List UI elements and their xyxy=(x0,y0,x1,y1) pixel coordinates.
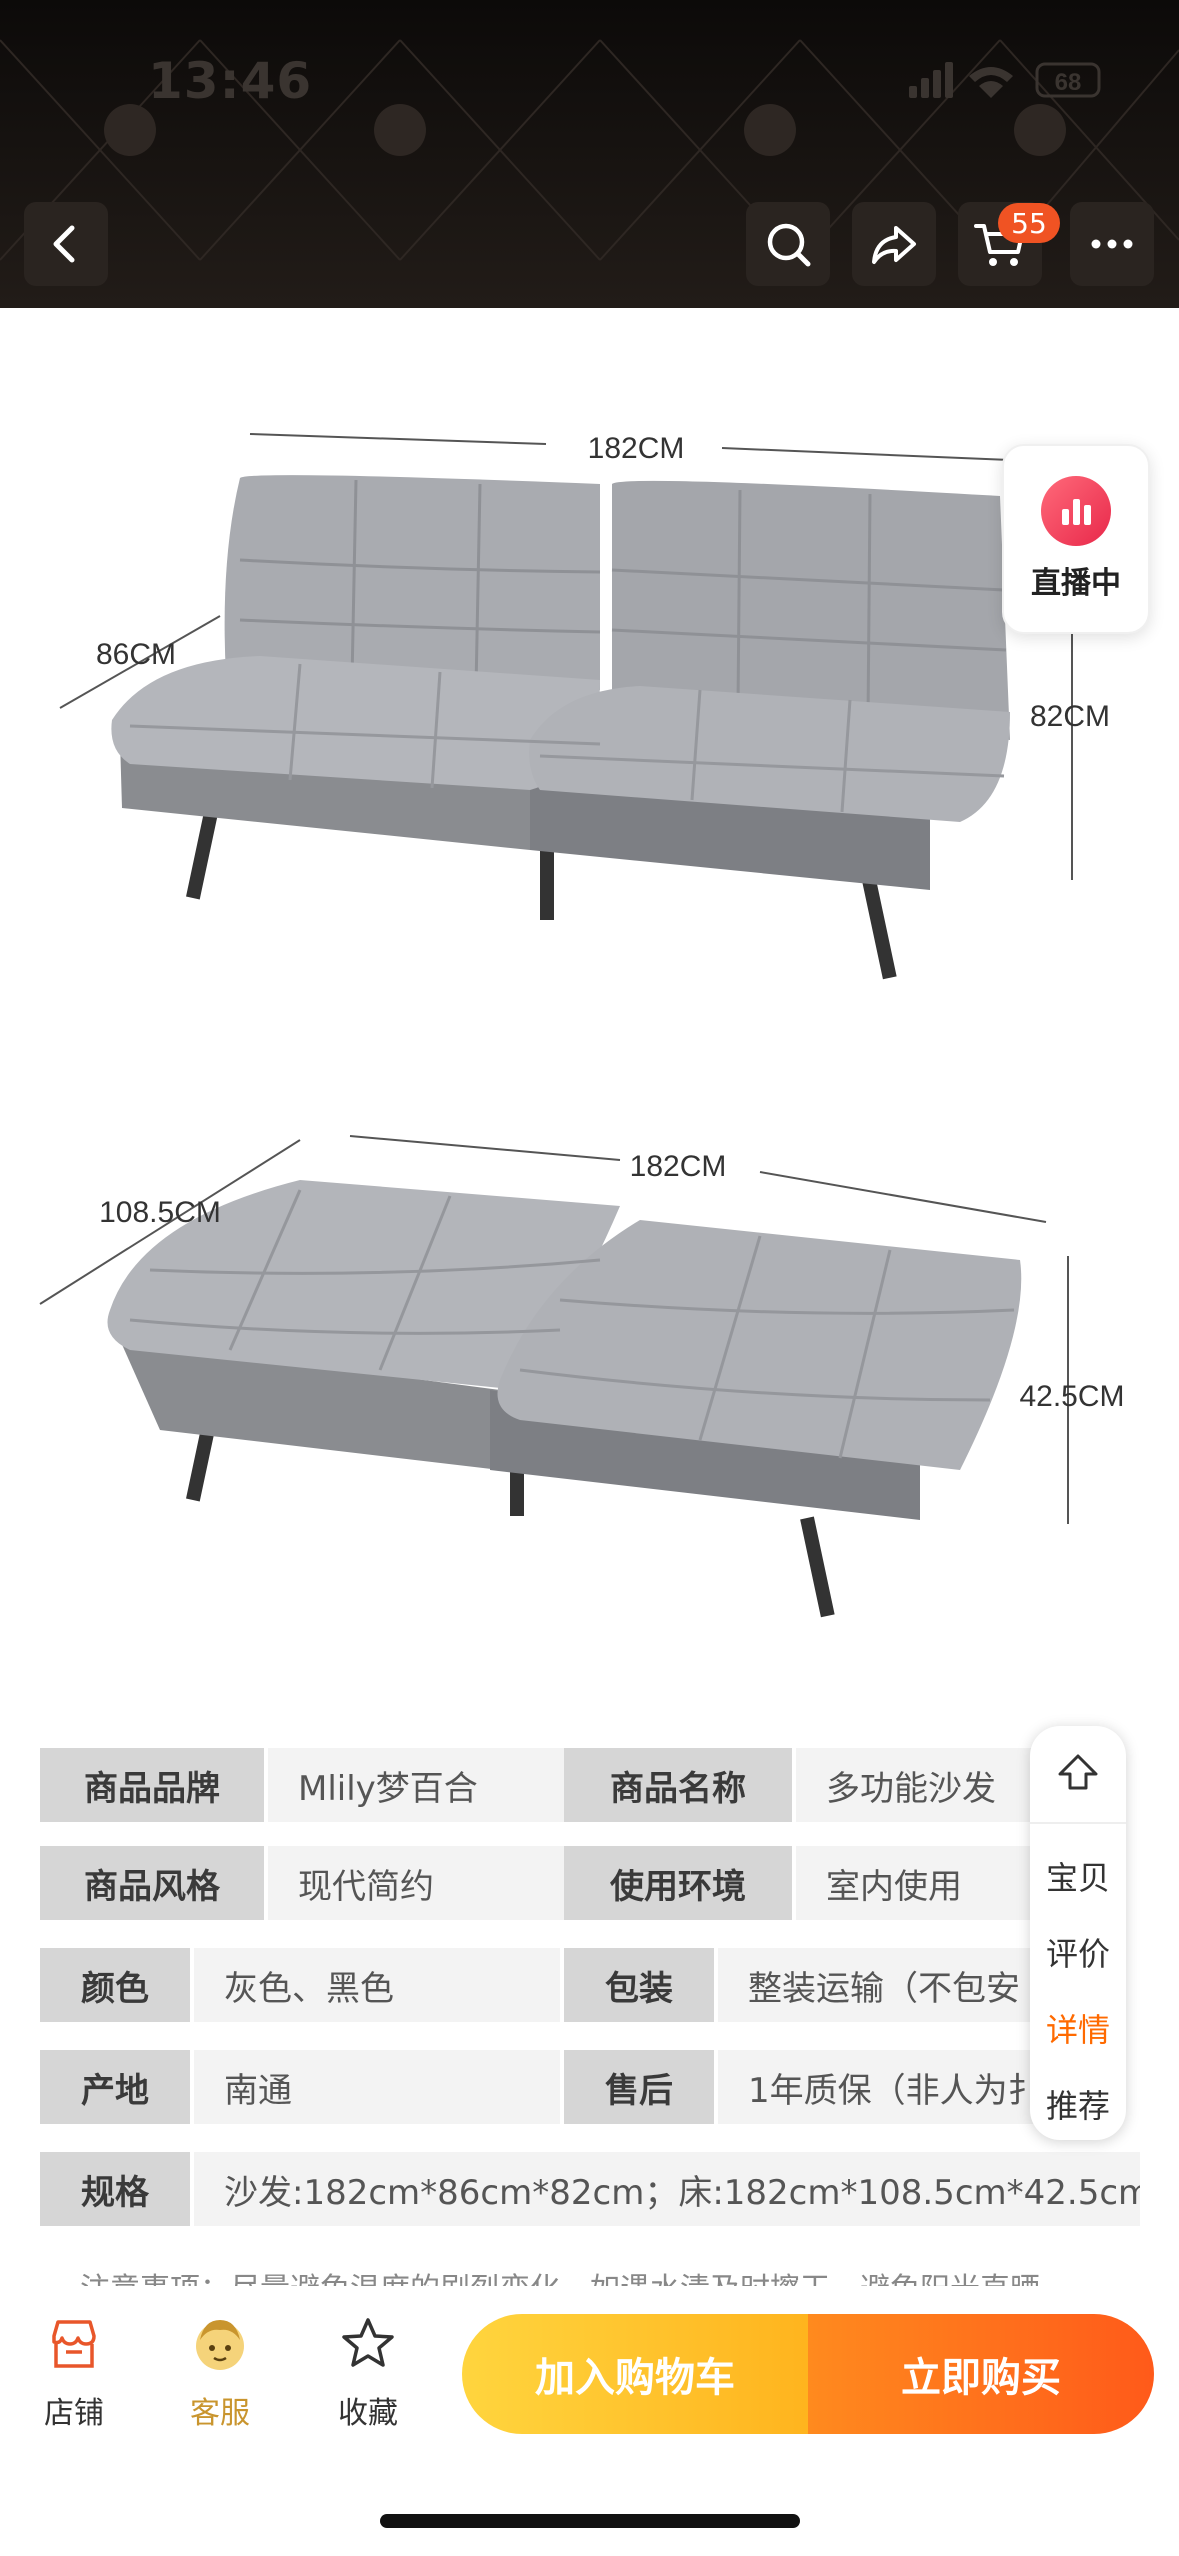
dim-bottom-depth: 108.5CM xyxy=(99,1196,221,1229)
more-button[interactable] xyxy=(1070,202,1154,286)
store-tab[interactable]: 店铺 xyxy=(24,2314,124,2434)
top-header: 13:46 68 55 xyxy=(0,0,1179,308)
status-icons: 68 xyxy=(909,60,1109,100)
live-label: 直播中 xyxy=(1031,566,1121,601)
favorite-tab[interactable]: 收藏 xyxy=(318,2314,418,2434)
spec-value: 南通 xyxy=(194,2050,560,2124)
live-stream-badge[interactable]: 直播中 xyxy=(1002,444,1150,634)
live-chart-icon xyxy=(1041,476,1111,546)
spec-value: 沙发:182cm*86cm*82cm；床:182cm*108.5cm*42.5c… xyxy=(194,2152,1140,2226)
back-icon xyxy=(53,225,75,263)
spec-key: 售后 xyxy=(564,2050,714,2124)
section-side-nav: 宝贝 评价 详情 推荐 xyxy=(1030,1726,1126,2140)
home-indicator xyxy=(380,2514,800,2528)
dim-top-width: 182CM xyxy=(588,432,685,465)
search-icon xyxy=(767,223,811,267)
spec-value: 现代简约 xyxy=(268,1846,598,1920)
buy-now-button[interactable]: 立即购买 xyxy=(808,2314,1154,2434)
spec-value: Mlily梦百合 xyxy=(268,1748,598,1822)
more-icon xyxy=(1091,239,1133,249)
favorite-label: 收藏 xyxy=(338,2396,398,2431)
side-nav-item-active[interactable]: 详情 xyxy=(1030,1998,1126,2058)
side-nav-item[interactable]: 评价 xyxy=(1030,1922,1126,1982)
spec-key: 规格 xyxy=(40,2152,190,2226)
side-nav-item[interactable]: 推荐 xyxy=(1030,2074,1126,2134)
spec-value: 灰色、黑色 xyxy=(194,1948,560,2022)
sofa-upright xyxy=(59,433,1073,980)
spec-key: 颜色 xyxy=(40,1948,190,2022)
customer-service-tab[interactable]: 客服 xyxy=(170,2314,270,2434)
star-icon xyxy=(342,2318,394,2367)
search-button[interactable] xyxy=(746,202,830,286)
spec-key: 商品风格 xyxy=(40,1846,264,1920)
share-icon xyxy=(872,226,916,264)
side-nav-item[interactable]: 宝贝 xyxy=(1030,1846,1126,1906)
store-icon xyxy=(52,2320,96,2368)
spec-row: 规格 沙发:182cm*86cm*82cm；床:182cm*108.5cm*42… xyxy=(40,2152,1140,2226)
spec-row: 商品风格 现代简约 使用环境 室内使用 xyxy=(40,1846,1140,1920)
battery-level: 68 xyxy=(1055,69,1082,96)
dim-bottom-height: 42.5CM xyxy=(1019,1380,1124,1413)
dim-top-depth: 86CM xyxy=(96,638,176,671)
arrow-up-icon xyxy=(1058,1754,1098,1790)
spec-row: 产地 南通 售后 1年质保（非人为扌 xyxy=(40,2050,1140,2124)
spec-key: 产地 xyxy=(40,2050,190,2124)
store-label: 店铺 xyxy=(44,2396,104,2431)
spec-key: 包装 xyxy=(564,1948,714,2022)
add-to-cart-button[interactable]: 加入购物车 xyxy=(462,2314,808,2434)
service-label: 客服 xyxy=(190,2396,250,2431)
signal-icon: 68 xyxy=(909,62,1101,98)
spec-key: 商品名称 xyxy=(564,1748,792,1822)
share-button[interactable] xyxy=(852,202,936,286)
service-avatar-icon xyxy=(196,2320,244,2370)
dim-top-height: 82CM xyxy=(1030,700,1110,733)
dim-bottom-width: 182CM xyxy=(630,1150,727,1183)
spec-row: 颜色 灰色、黑色 包装 整装运输（不包安 xyxy=(40,1948,1140,2022)
spec-key: 使用环境 xyxy=(564,1846,792,1920)
status-time: 13:46 xyxy=(148,52,313,110)
back-button[interactable] xyxy=(24,202,108,286)
spec-row: 商品品牌 Mlily梦百合 商品名称 多功能沙发 xyxy=(40,1748,1140,1822)
back-to-top-button[interactable] xyxy=(1030,1726,1126,1824)
spec-key: 商品品牌 xyxy=(40,1748,264,1822)
cart-count-badge: 55 xyxy=(998,203,1060,243)
